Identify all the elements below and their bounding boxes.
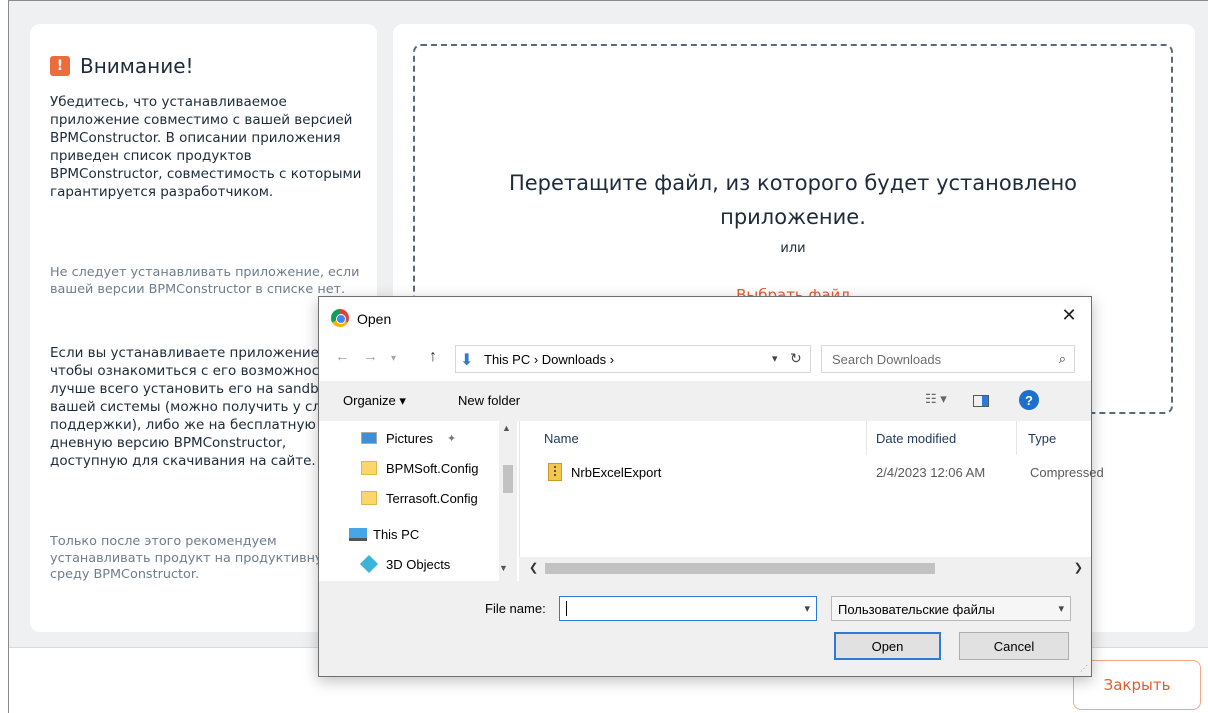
column-header-type[interactable]: Type — [1028, 431, 1056, 446]
address-row: ← → ▾ ↑ ⬇ This PC › Downloads › ▾ ↻ Sear… — [319, 341, 1091, 381]
help-icon[interactable]: ? — [1019, 390, 1039, 410]
up-arrow-icon[interactable]: ↑ — [429, 348, 437, 366]
file-type-filter-value: Пользовательские файлы — [838, 602, 995, 617]
3d-objects-icon — [359, 554, 379, 574]
nav-item-bpmsoft-config[interactable]: BPMSoft.Config — [361, 453, 479, 483]
column-header-name[interactable]: Name — [544, 431, 579, 446]
nav-item-label: Pictures — [386, 430, 433, 446]
file-type: Compressed — [1030, 465, 1104, 480]
chrome-icon — [331, 309, 349, 327]
scroll-right-icon[interactable]: ❯ — [1074, 561, 1083, 574]
warning-paragraph-not-listed: Не следует устанавливать приложение, есл… — [50, 265, 360, 297]
nav-item-label: BPMSoft.Config — [386, 460, 479, 476]
scroll-left-icon[interactable]: ❮ — [529, 561, 538, 574]
nav-item-pictures[interactable]: Pictures ✦ — [361, 423, 456, 453]
address-path: This PC › Downloads › — [484, 352, 615, 367]
zip-folder-icon — [548, 463, 562, 481]
nav-item-3d-objects[interactable]: 3D Objects — [359, 549, 451, 579]
open-file-dialog: Open ✕ ← → ▾ ↑ ⬇ This PC › Downloads › ▾… — [318, 296, 1104, 677]
horizontal-scroll-thumb[interactable] — [545, 563, 935, 574]
dialog-close-icon[interactable]: ✕ — [1057, 305, 1081, 326]
scroll-up-icon[interactable]: ▲ — [502, 423, 511, 433]
folder-icon — [361, 461, 377, 475]
downloads-arrow-icon: ⬇ — [460, 352, 474, 369]
column-separator — [1016, 421, 1017, 455]
drop-zone-title: Перетащите файл, из которого будет устан… — [508, 171, 1078, 229]
computer-icon — [349, 527, 367, 541]
exclamation-icon: ! — [50, 56, 70, 76]
organize-menu[interactable]: Organize ▾ — [343, 393, 406, 409]
filter-chevron-down-icon[interactable]: ▾ — [1058, 602, 1064, 615]
dialog-titlebar: Open ✕ — [319, 297, 1091, 341]
column-header-date[interactable]: Date modified — [876, 431, 956, 446]
column-separator — [866, 421, 867, 455]
pin-icon: ✦ — [446, 432, 457, 445]
cancel-button[interactable]: Cancel — [959, 632, 1069, 660]
file-row[interactable]: NrbExcelExport 2/4/2023 12:06 AM Compres… — [544, 463, 1104, 487]
nav-item-label: 3D Objects — [386, 556, 451, 572]
warning-paragraph-compatibility: Убедитесь, что устанавливаемое приложени… — [50, 94, 362, 200]
nav-item-label: Terrasoft.Config — [386, 490, 478, 506]
nav-scrollbar[interactable]: ▲ — [499, 421, 517, 581]
nav-item-label: This PC — [373, 526, 420, 542]
horizontal-scrollbar[interactable]: ❮ ❯ — [519, 557, 1091, 581]
preview-pane-icon[interactable] — [973, 395, 989, 407]
file-name-input[interactable]: ▾ — [559, 596, 817, 621]
address-bar[interactable]: ⬇ This PC › Downloads › ▾ ↻ — [455, 345, 811, 373]
resize-grip-icon[interactable]: ⋰ — [1080, 664, 1088, 673]
forward-arrow-icon[interactable]: → — [363, 348, 378, 365]
file-name-label: File name: — [485, 601, 546, 616]
drop-zone-or: или — [780, 241, 806, 256]
pictures-icon — [361, 432, 377, 444]
file-name-chevron-down-icon[interactable]: ▾ — [804, 602, 810, 615]
search-placeholder: Search Downloads — [832, 352, 942, 367]
search-icon: ⌕ — [1058, 351, 1066, 366]
nav-item-terrasoft-config[interactable]: Terrasoft.Config — [361, 483, 478, 513]
scroll-down-icon[interactable]: ▼ — [499, 563, 508, 573]
search-input[interactable]: Search Downloads ⌕ — [821, 345, 1075, 373]
new-folder-button[interactable]: New folder — [458, 393, 520, 408]
warning-header: ! Внимание! — [50, 54, 194, 78]
warning-title: Внимание! — [80, 54, 194, 78]
open-button[interactable]: Open — [834, 632, 941, 660]
file-date: 2/4/2023 12:06 AM — [876, 465, 986, 480]
nav-item-this-pc[interactable]: This PC — [349, 519, 419, 549]
folder-icon — [361, 491, 377, 505]
address-chevron-down-icon[interactable]: ▾ — [772, 352, 778, 365]
refresh-icon[interactable]: ↻ — [790, 350, 802, 367]
close-button[interactable]: Закрыть — [1073, 660, 1201, 710]
dialog-toolbar: Organize ▾ New folder ☷ ▾ ? — [319, 381, 1091, 421]
file-name: NrbExcelExport — [571, 465, 662, 480]
file-type-filter[interactable]: Пользовательские файлы ▾ — [831, 596, 1071, 621]
view-options-icon[interactable]: ☷ ▾ — [925, 391, 947, 407]
dialog-title: Open — [357, 311, 392, 327]
recent-locations-chevron-icon[interactable]: ▾ — [391, 353, 396, 364]
navigation-pane: Pictures ✦ BPMSoft.Config Terrasoft.Conf… — [319, 421, 519, 581]
nav-scroll-thumb[interactable] — [503, 465, 513, 493]
back-arrow-icon[interactable]: ← — [335, 348, 350, 365]
